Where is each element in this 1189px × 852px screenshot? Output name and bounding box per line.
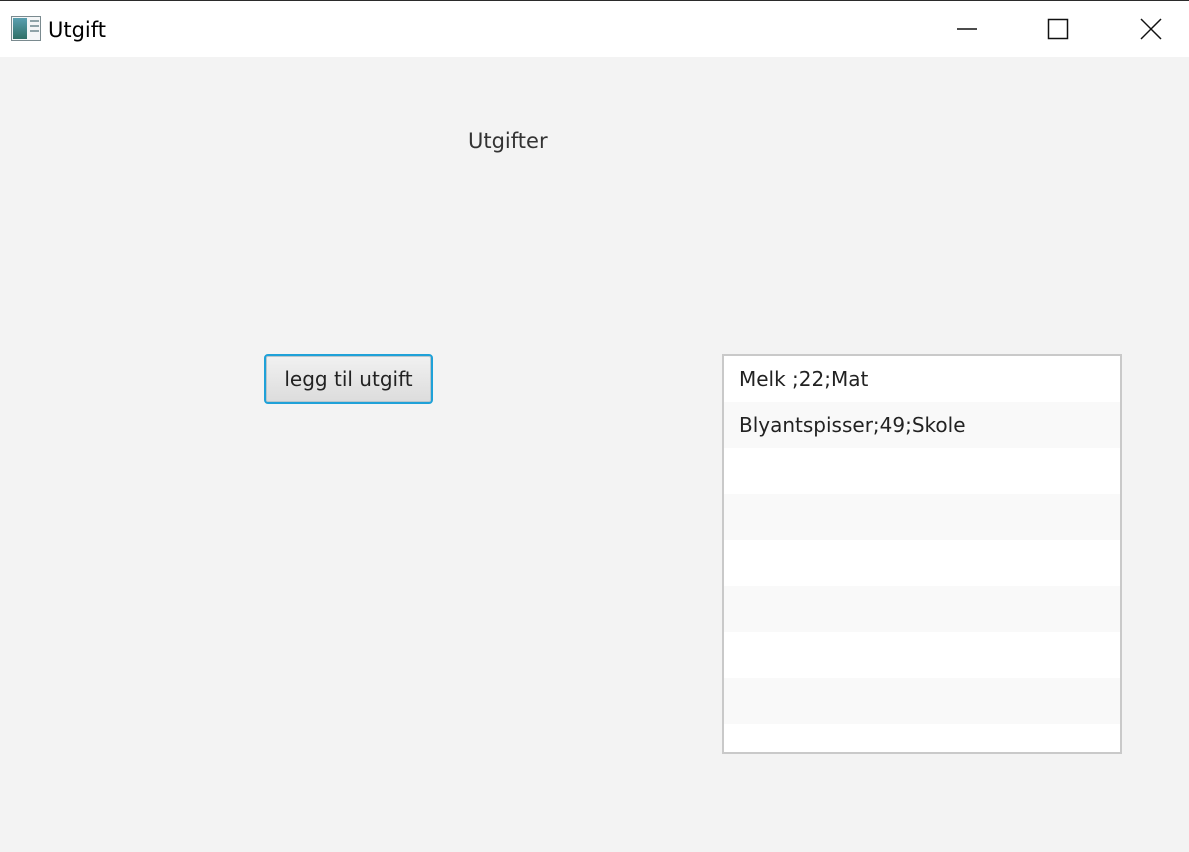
list-item[interactable] <box>724 678 1120 724</box>
title-bar[interactable]: Utgift <box>0 1 1189 57</box>
app-window-icon <box>11 16 41 41</box>
list-item[interactable]: Blyantspisser;49;Skole <box>724 402 1120 448</box>
add-expense-button[interactable]: legg til utgift <box>264 354 433 404</box>
minimize-icon <box>957 28 977 30</box>
app-icon-pane <box>13 18 27 39</box>
close-icon <box>1140 18 1162 40</box>
list-item[interactable] <box>724 632 1120 678</box>
list-item[interactable] <box>724 540 1120 586</box>
app-icon-line <box>30 25 39 27</box>
list-item[interactable] <box>724 448 1120 494</box>
app-window: Utgift Utgifter legg til utgift Melk ;22… <box>0 0 1189 852</box>
list-item[interactable] <box>724 586 1120 632</box>
list-item[interactable]: Melk ;22;Mat <box>724 356 1120 402</box>
expense-list[interactable]: Melk ;22;Mat Blyantspisser;49;Skole <box>722 354 1122 754</box>
maximize-icon <box>1047 18 1069 40</box>
list-item[interactable] <box>724 494 1120 540</box>
app-icon-line <box>30 30 39 32</box>
window-title: Utgift <box>48 18 107 42</box>
close-button[interactable] <box>1099 1 1189 57</box>
app-icon-line <box>30 20 39 22</box>
maximize-button[interactable] <box>1013 1 1103 57</box>
minimize-button[interactable] <box>922 1 1012 57</box>
page-title: Utgifter <box>468 129 548 153</box>
list-item[interactable] <box>724 724 1120 752</box>
